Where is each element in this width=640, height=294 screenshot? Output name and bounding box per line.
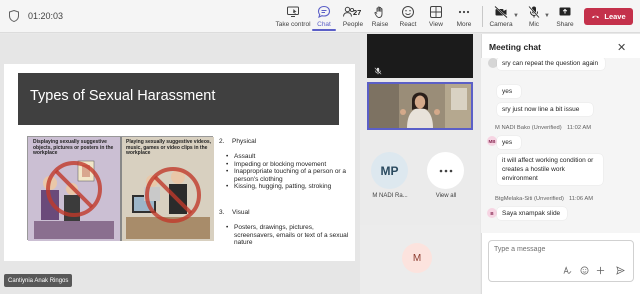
raise-label: Raise (371, 21, 389, 28)
section-number-visual: 3. (219, 209, 225, 216)
message-timestamp: 11:06 AM (569, 196, 594, 202)
camera-button[interactable]: Camera (489, 2, 513, 31)
slide-title: Types of Sexual Harassment (30, 88, 216, 104)
people-label: People (342, 21, 364, 28)
bullet-item: Assault (226, 153, 354, 161)
physical-bullet-list: Assault Impeding or blocking movement In… (226, 153, 354, 191)
visual-bullet-list: Posters, drawings, pictures, screensaver… (226, 224, 356, 247)
section-heading-physical: Physical (232, 138, 257, 145)
camera-off-icon (494, 5, 508, 19)
message-sender-name: BtgMelaka-Siti (Unverified) (495, 196, 564, 202)
chat-label: Chat (317, 21, 331, 28)
react-button[interactable]: React (398, 2, 418, 31)
participant-avatar[interactable]: MP (371, 152, 408, 189)
view-all-button[interactable] (427, 152, 464, 189)
mic-label: Mic (528, 21, 540, 28)
react-label: React (399, 21, 417, 28)
active-speaker-video-tile[interactable] (367, 82, 473, 130)
more-button[interactable]: More (454, 2, 474, 31)
slide-title-bar: Types of Sexual Harassment (18, 73, 339, 125)
participant-video-tile-dark[interactable] (367, 34, 473, 78)
hang-up-icon (592, 15, 600, 19)
take-control-icon (287, 6, 299, 17)
view-button[interactable]: View (426, 2, 446, 31)
more-dots-icon (458, 10, 470, 14)
message-sender-name: M NADI Bako (Unverified) (495, 125, 562, 131)
leave-button[interactable]: Leave (584, 8, 633, 25)
mic-options-chevron-icon[interactable]: ▼ (544, 13, 550, 19)
emoji-icon[interactable] (580, 266, 589, 275)
take-control-label: Take control (275, 21, 311, 28)
presenter-name-tag: Cantiynia Anak Ringos (4, 274, 73, 287)
message-timestamp: 11:02 AM (567, 125, 592, 131)
chat-message: sry can repeat the question again (497, 58, 605, 70)
smiley-icon (402, 6, 414, 18)
plus-icon[interactable] (596, 266, 605, 275)
share-screen-icon (559, 7, 571, 16)
chat-button[interactable]: Chat (312, 2, 336, 31)
people-count-badge: 27 (353, 8, 362, 17)
participant-avatar-m: M (402, 243, 432, 273)
more-dots-icon (439, 169, 452, 172)
section-heading-visual: Visual (232, 209, 250, 216)
leave-label: Leave (604, 12, 626, 21)
camera-options-chevron-icon[interactable]: ▼ (513, 13, 519, 19)
bullet-item: Inappropriate touching of a person or a … (226, 168, 354, 183)
chat-message: it will affect working condition or crea… (497, 154, 603, 185)
mic-off-icon (374, 67, 382, 75)
bullet-item: Impeding or blocking movement (226, 161, 354, 169)
view-all-label: View all (435, 193, 457, 199)
bullet-item: Kissing, hugging, patting, stroking (226, 183, 354, 191)
chat-message: Saya xnampak slide (497, 207, 567, 220)
section-number-physical: 2. (219, 138, 225, 145)
shield-icon (9, 10, 19, 22)
sender-avatar: MB (487, 136, 497, 146)
chat-message: sry just now line a bit issue (497, 103, 593, 116)
harassment-cartoon-image: Displaying sexually suggestive objects, … (27, 136, 214, 241)
sender-avatar: B (487, 208, 497, 218)
mic-off-icon (528, 5, 540, 19)
bullet-item: Posters, drawings, pictures, screensaver… (226, 224, 356, 247)
view-label: View (429, 21, 443, 28)
raise-hand-icon (374, 6, 383, 18)
more-label: More (456, 21, 472, 28)
share-label: Share (556, 21, 574, 28)
message-input[interactable]: Type a message (494, 246, 545, 253)
raise-hand-button[interactable]: Raise (370, 2, 390, 31)
chat-message-list[interactable]: sry can repeat the question again yes sr… (481, 58, 640, 233)
chat-message: yes (497, 85, 521, 98)
participant-name: M NADI Ra... (372, 193, 408, 199)
meeting-timer: 01:20:03 (28, 11, 64, 21)
take-control-button[interactable]: Take control (275, 2, 311, 31)
chat-panel-title: Meeting chat (489, 42, 541, 52)
camera-label: Camera (489, 21, 513, 28)
chat-active-indicator (312, 29, 336, 31)
view-grid-icon (430, 6, 442, 18)
send-icon[interactable] (616, 266, 625, 275)
share-button[interactable]: Share (555, 2, 575, 31)
close-icon[interactable]: ✕ (617, 41, 626, 54)
chat-message: yes (497, 136, 521, 149)
toolbar-divider (482, 6, 483, 27)
format-icon[interactable] (563, 266, 572, 275)
cartoon-caption-right: Playing sexually suggestive videos, musi… (126, 139, 212, 156)
cartoon-caption-left: Displaying sexually suggestive objects, … (33, 139, 114, 156)
shared-slide: Types of Sexual Harassment Displaying se… (4, 64, 355, 261)
chat-icon (317, 5, 331, 18)
mic-button[interactable]: Mic (524, 2, 544, 31)
speaker-video-frame (369, 84, 471, 128)
